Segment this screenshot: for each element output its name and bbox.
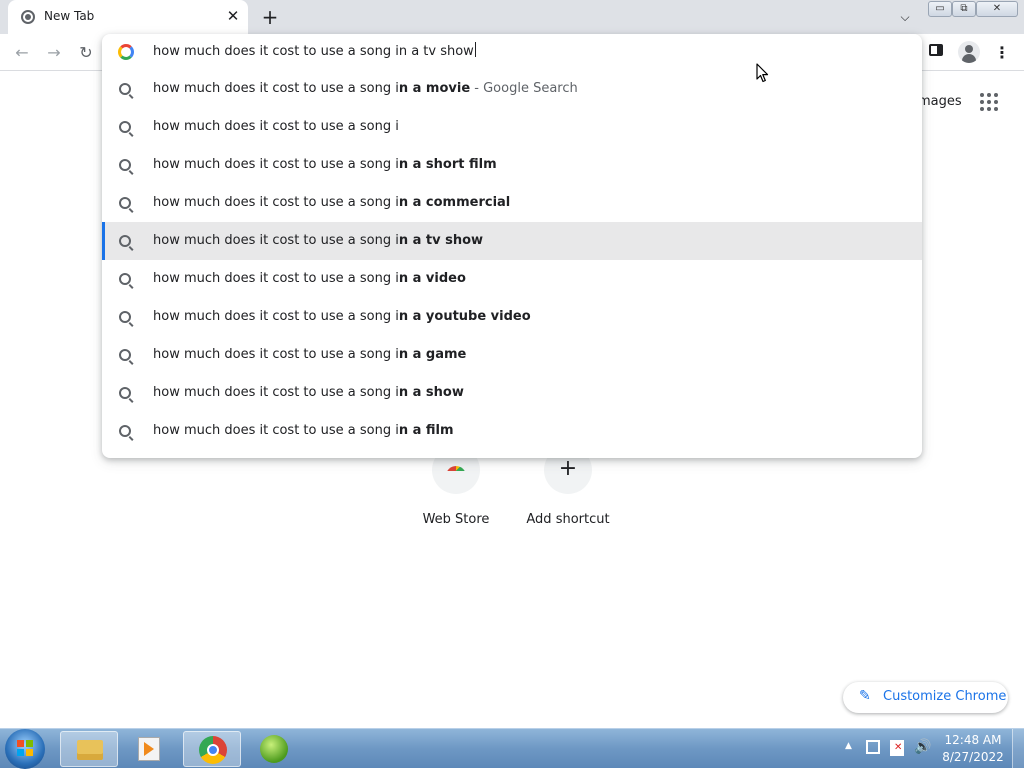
suggestion-prefix: how much does it cost to use a song i — [153, 309, 399, 324]
shortcut-add[interactable]: + Add shortcut — [513, 446, 623, 527]
suggestion-row[interactable]: how much does it cost to use a song in a… — [102, 298, 922, 336]
search-icon — [119, 121, 131, 133]
taskbar-app[interactable] — [245, 731, 303, 767]
kebab-menu-icon[interactable]: ⋮ — [992, 41, 1012, 65]
suggestion-row[interactable]: how much does it cost to use a song in a… — [102, 222, 922, 260]
omnibox-input[interactable]: how much does it cost to use a song in a… — [153, 42, 476, 59]
search-icon — [119, 425, 131, 437]
tab-search-chevron-icon[interactable]: ⌵ — [894, 6, 916, 28]
side-panel-icon[interactable] — [927, 42, 947, 62]
suggestion-prefix: how much does it cost to use a song i — [153, 195, 399, 210]
taskbar-file-explorer[interactable] — [60, 731, 118, 767]
windows-taskbar: ▲ 🔊 12:48 AM 8/27/2022 — [0, 728, 1024, 769]
suggestion-text: how much does it cost to use a song in a… — [153, 184, 510, 222]
windows-logo-icon — [17, 740, 33, 756]
search-icon — [119, 235, 131, 247]
suggestion-prefix: how much does it cost to use a song i — [153, 233, 399, 248]
customize-chrome-button[interactable]: ✎ Customize Chrome — [843, 682, 1008, 713]
search-icon — [119, 83, 131, 95]
suggestion-row[interactable]: how much does it cost to use a song in a… — [102, 70, 922, 108]
suggestion-prefix: how much does it cost to use a song i — [153, 347, 399, 362]
app-globe-icon — [260, 735, 288, 763]
web-store-icon — [446, 466, 466, 476]
shortcut-label: Add shortcut — [526, 512, 610, 527]
tab-close-icon[interactable]: ✕ — [223, 6, 243, 26]
taskbar-media-player[interactable] — [121, 731, 179, 767]
suggestion-completion: n a game — [398, 347, 467, 362]
google-g-icon — [118, 44, 134, 60]
network-icon[interactable] — [866, 740, 880, 754]
tab-new-tab[interactable]: New Tab ✕ — [8, 0, 248, 34]
suggestion-text: how much does it cost to use a song in a… — [153, 146, 497, 184]
window-close-button[interactable]: ✕ — [976, 1, 1018, 17]
new-tab-button[interactable]: + — [258, 4, 282, 30]
shortcut-label: Web Store — [422, 512, 490, 527]
start-button[interactable] — [5, 729, 45, 769]
media-player-icon — [138, 737, 160, 761]
suggestion-prefix: how much does it cost to use a song i — [153, 81, 399, 96]
chrome-icon — [199, 736, 227, 764]
search-icon — [119, 387, 131, 399]
minimize-button[interactable]: ▭ — [928, 1, 952, 17]
suggestion-completion: n a video — [398, 271, 466, 286]
search-icon — [119, 349, 131, 361]
suggestion-text: how much does it cost to use a song in a… — [153, 222, 483, 260]
suggestion-completion: n a film — [398, 423, 454, 438]
suggestion-text: how much does it cost to use a song in a… — [153, 374, 464, 412]
forward-arrow-icon[interactable]: → — [42, 41, 66, 65]
profile-avatar-icon[interactable] — [958, 41, 980, 63]
volume-icon[interactable]: 🔊 — [914, 739, 931, 755]
tab-title: New Tab — [44, 9, 95, 23]
pencil-icon: ✎ — [859, 688, 871, 704]
omnibox-dropdown: how much does it cost to use a song in a… — [102, 34, 922, 458]
reload-icon[interactable]: ↻ — [74, 41, 98, 65]
suggestion-completion: n a show — [398, 385, 464, 400]
suggestion-text: how much does it cost to use a song in a… — [153, 336, 466, 374]
suggestion-text: how much does it cost to use a song i — [153, 108, 399, 146]
suggestion-row[interactable]: how much does it cost to use a song in a… — [102, 412, 922, 450]
taskbar-chrome[interactable] — [183, 731, 241, 767]
suggestion-row[interactable]: how much does it cost to use a song in a… — [102, 260, 922, 298]
suggestion-text: how much does it cost to use a song in a… — [153, 70, 578, 108]
suggestion-prefix: how much does it cost to use a song i — [153, 385, 399, 400]
suggestion-prefix: how much does it cost to use a song i — [153, 271, 399, 286]
search-icon — [119, 273, 131, 285]
chrome-favicon-icon — [21, 10, 35, 24]
clock-time[interactable]: 12:48 AM — [940, 733, 1006, 747]
folder-icon — [77, 740, 103, 760]
clock-date[interactable]: 8/27/2022 — [940, 750, 1006, 764]
search-icon — [119, 197, 131, 209]
suggestion-prefix: how much does it cost to use a song i — [153, 157, 399, 172]
suggestion-completion: n a commercial — [398, 195, 511, 210]
suggestion-completion: n a movie — [398, 81, 471, 96]
suggestion-row[interactable]: how much does it cost to use a song in a… — [102, 336, 922, 374]
restore-button[interactable]: ⧉ — [952, 1, 976, 17]
suggestion-text: how much does it cost to use a song in a… — [153, 298, 531, 336]
suggestion-prefix: how much does it cost to use a song i — [153, 423, 399, 438]
show-hidden-icons-icon[interactable]: ▲ — [845, 741, 852, 751]
shortcut-web-store[interactable]: Web Store — [401, 446, 511, 527]
suggestion-row[interactable]: how much does it cost to use a song in a… — [102, 374, 922, 412]
mouse-pointer-icon — [756, 63, 769, 83]
search-icon — [119, 311, 131, 323]
suggestion-row[interactable]: how much does it cost to use a song in a… — [102, 184, 922, 222]
suggestion-completion: n a youtube video — [398, 309, 531, 324]
suggestion-completion: n a tv show — [398, 233, 484, 248]
suggestion-text: how much does it cost to use a song in a… — [153, 260, 466, 298]
suggestion-text: how much does it cost to use a song in a… — [153, 412, 454, 450]
images-link[interactable]: mages — [918, 94, 962, 109]
action-center-icon[interactable] — [890, 740, 904, 756]
suggestion-row[interactable]: how much does it cost to use a song in a… — [102, 146, 922, 184]
search-icon — [119, 159, 131, 171]
suggestion-row[interactable]: how much does it cost to use a song i — [102, 108, 922, 146]
show-desktop-button[interactable] — [1012, 729, 1024, 769]
suggestion-completion: n a short film — [398, 157, 497, 172]
customize-chrome-label: Customize Chrome — [883, 689, 1007, 704]
suggestion-description: - Google Search — [470, 81, 578, 96]
suggestion-list: how much does it cost to use a song in a… — [102, 70, 922, 450]
google-apps-grid-icon[interactable] — [980, 93, 1000, 113]
suggestion-prefix: how much does it cost to use a song i — [153, 119, 399, 134]
back-arrow-icon[interactable]: ← — [10, 41, 34, 65]
tab-strip: New Tab ✕ + ⌵ ▭ ⧉ ✕ — [0, 0, 1024, 34]
